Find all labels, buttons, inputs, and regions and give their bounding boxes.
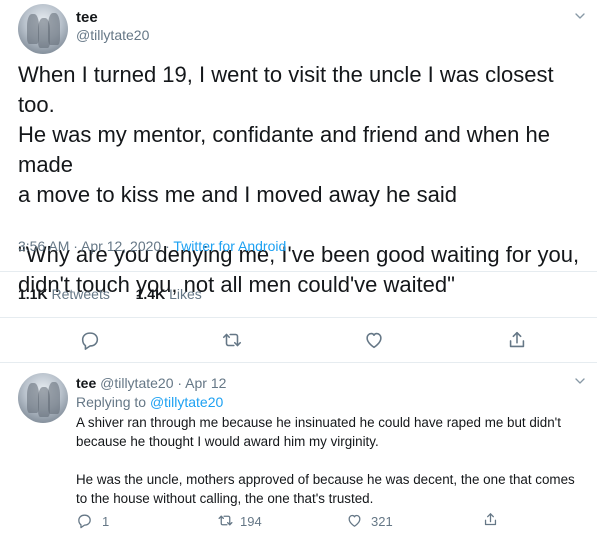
replying-to: Replying to @tillytate20: [76, 394, 223, 410]
reply-count: 1: [102, 514, 110, 529]
avatar[interactable]: [18, 4, 68, 54]
replying-prefix: Replying to: [76, 394, 147, 410]
reply-paragraph: He was the uncle, mothers approved of be…: [76, 472, 575, 506]
reply-icon[interactable]: [79, 329, 101, 351]
meta-separator: ·: [161, 238, 174, 254]
reply-icon[interactable]: [76, 512, 93, 529]
likes-label: Likes: [169, 286, 202, 302]
retweets-count: 1.1K: [18, 286, 48, 302]
tweet-text: When I turned 19, I went to visit the un…: [18, 62, 580, 297]
likes-count: 1.4K: [135, 286, 166, 302]
share-icon[interactable]: [506, 329, 528, 351]
like-count: 321: [371, 514, 393, 529]
divider: [0, 271, 597, 272]
retweet-icon[interactable]: [217, 512, 234, 529]
reply-author-name[interactable]: tee: [76, 375, 96, 391]
share-icon[interactable]: [482, 511, 499, 528]
tweet-source[interactable]: Twitter for Android: [173, 238, 286, 254]
like-icon[interactable]: [346, 512, 363, 529]
reply-handle-date[interactable]: @tillytate20 · Apr 12: [100, 375, 226, 391]
reply-avatar[interactable]: [18, 373, 68, 423]
divider: [0, 317, 597, 318]
tweet-stats: 1.1K Retweets 1.4K Likes: [18, 286, 202, 302]
like-icon[interactable]: [363, 329, 385, 351]
replying-to-handle[interactable]: @tillytate20: [150, 394, 223, 410]
author-name[interactable]: tee: [76, 9, 98, 26]
tweet-meta: 3:56 AM · Apr 12, 2020 · Twitter for And…: [18, 238, 286, 254]
retweets-label: Retweets: [51, 286, 110, 302]
retweet-count: 194: [240, 514, 262, 529]
reply-paragraph: A shiver ran through me because he insin…: [76, 415, 561, 449]
retweets-stat[interactable]: 1.1K Retweets: [18, 286, 110, 302]
chevron-down-icon[interactable]: [572, 8, 588, 24]
reply-text: A shiver ran through me because he insin…: [76, 413, 586, 527]
chevron-down-icon[interactable]: [572, 373, 588, 389]
divider: [0, 362, 597, 363]
author-handle[interactable]: @tillytate20: [76, 27, 149, 43]
tweet-timestamp[interactable]: 3:56 AM · Apr 12, 2020: [18, 238, 161, 254]
reply-header: tee @tillytate20 · Apr 12: [76, 375, 226, 391]
retweet-icon[interactable]: [221, 329, 243, 351]
likes-stat[interactable]: 1.4K Likes: [136, 286, 202, 302]
